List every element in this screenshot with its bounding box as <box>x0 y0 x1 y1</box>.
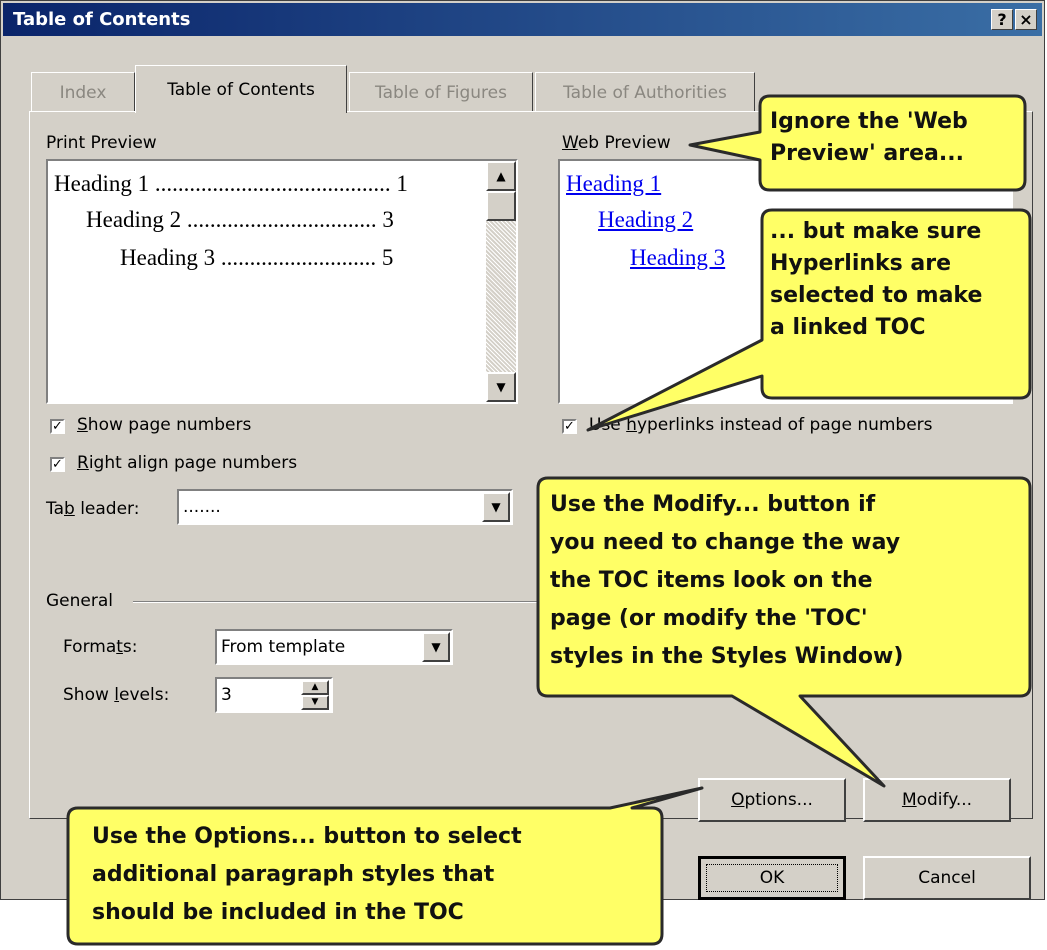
callout-hyperlinks-text: ... but make sure Hyperlinks are selecte… <box>770 219 983 340</box>
callout-web-preview-text: Ignore the 'Web Preview' area... <box>770 109 968 166</box>
callout-modify-text: Use the Modify... button if you need to … <box>550 492 904 669</box>
callout-options-text: Use the Options... button to select addi… <box>92 824 522 925</box>
tab-table-of-contents[interactable]: Table of Contents <box>135 65 347 113</box>
